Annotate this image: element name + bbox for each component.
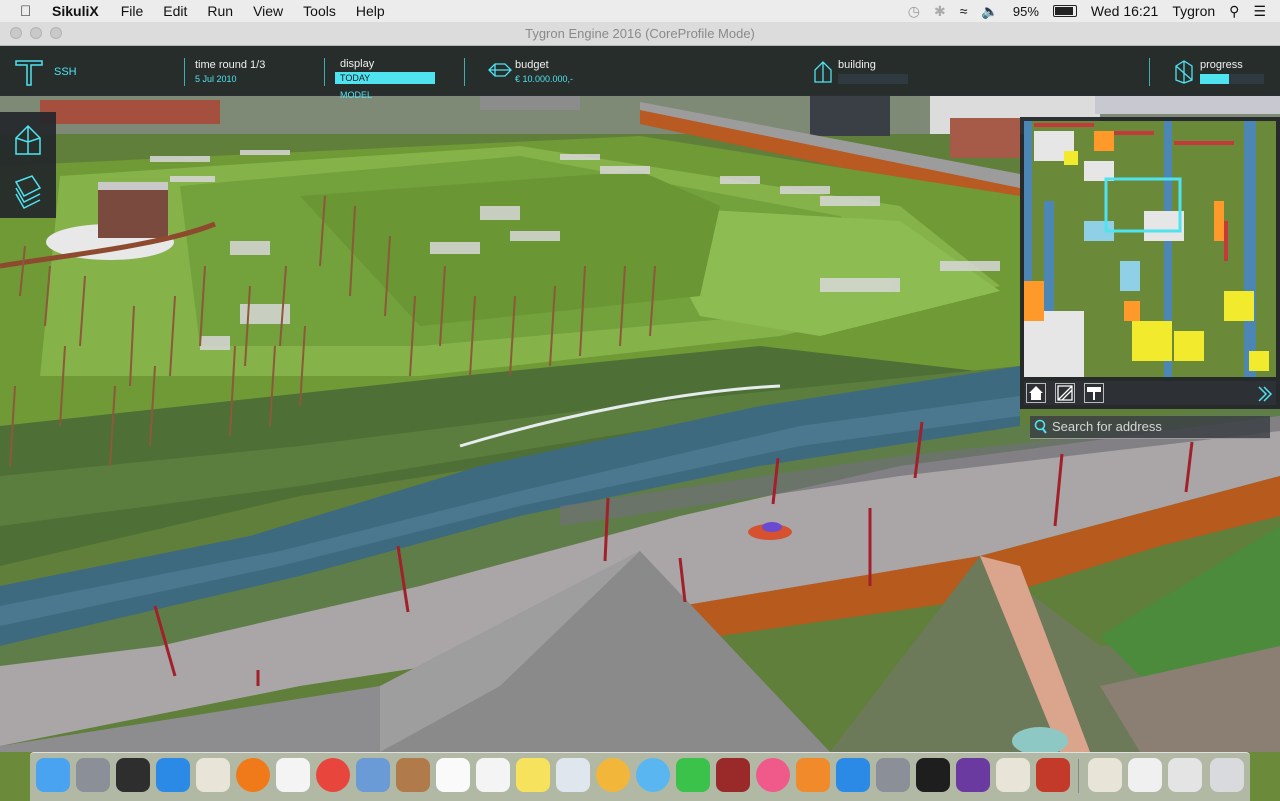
layers-tool-icon[interactable] [12,174,44,210]
finder-icon[interactable] [36,758,70,792]
building-meter [838,74,908,84]
close-window-button[interactable] [10,27,22,39]
display-model-button[interactable]: MODEL [335,89,435,101]
search-icon [1034,419,1047,434]
time-round-label: time round 1/3 [195,59,266,71]
notification-center-icon[interactable]: ☰ [1253,3,1266,20]
battery-icon[interactable] [1052,5,1077,17]
sikulix-script-icon[interactable] [1036,758,1070,792]
hud-divider [464,58,465,86]
menu-run[interactable]: Run [207,3,233,19]
time-machine-icon[interactable]: ◷ [908,3,920,20]
document-icon[interactable] [1088,758,1122,792]
apple-icon[interactable]:  [20,3,38,20]
script-icon[interactable] [996,758,1030,792]
display-today-button[interactable]: TODAY [335,72,435,84]
messages-icon[interactable] [636,758,670,792]
contacts-icon[interactable] [396,758,430,792]
tygron-logo-icon[interactable] [14,57,44,87]
project-name: SSH [54,66,77,78]
grid-app-icon[interactable] [276,758,310,792]
minimap-view[interactable] [1024,121,1276,377]
signpost-icon[interactable] [1084,383,1104,403]
itunes-icon[interactable] [756,758,790,792]
trash-icon[interactable] [1210,758,1244,792]
clock[interactable]: Wed 16:21 [1091,3,1158,19]
chrome-icon[interactable] [316,758,350,792]
minimize-window-button[interactable] [30,27,42,39]
zoom-window-button[interactable] [50,27,62,39]
menu-help[interactable]: Help [356,3,385,19]
photo-booth-icon[interactable] [716,758,750,792]
system-preferences-icon[interactable] [876,758,910,792]
window-title-bar: Tygron Engine 2016 (CoreProfile Mode) [0,22,1280,46]
mail-icon[interactable] [356,758,390,792]
expand-chevron-icon[interactable] [1256,385,1274,403]
ibooks-icon[interactable] [796,758,830,792]
calendar-icon[interactable] [436,758,470,792]
spotlight-icon[interactable]: ⚲ [1229,3,1239,20]
home-view-icon[interactable] [1026,383,1046,403]
window-thumbnail-icon[interactable] [1168,758,1202,792]
time-date: 5 Jul 2010 [195,74,237,84]
left-tool-panel [0,112,56,218]
mission-control-icon[interactable] [116,758,150,792]
facetime-icon[interactable] [676,758,710,792]
reminders-icon[interactable] [476,758,510,792]
launchpad-icon[interactable] [76,758,110,792]
terminal-icon[interactable] [916,758,950,792]
progress-icon[interactable] [1172,58,1196,84]
display-label: display [340,58,375,70]
building-icon[interactable] [812,58,834,84]
screenshot-icon[interactable] [1128,758,1162,792]
volume-icon[interactable]: 🔈 [981,3,998,20]
firefox-icon[interactable] [236,758,270,792]
hud-divider [324,58,325,86]
window-title: Tygron Engine 2016 (CoreProfile Mode) [525,26,755,41]
progress-label: progress [1200,59,1243,71]
app-store-icon[interactable] [836,758,870,792]
minimap-panel [1020,117,1280,409]
search-input[interactable]: Search for address [1052,416,1162,438]
dock-divider [1078,759,1079,793]
photos-icon[interactable] [596,758,630,792]
user-menu[interactable]: Tygron [1172,3,1215,19]
dock [30,752,1250,801]
building-label: building [838,59,876,71]
menu-edit[interactable]: Edit [163,3,187,19]
safari-icon[interactable] [156,758,190,792]
budget-value: € 10.000.000,- [515,74,574,84]
top-hud: SSH time round 1/3 5 Jul 2010 display TO… [0,46,1280,100]
notes-icon[interactable] [516,758,550,792]
github-icon[interactable] [956,758,990,792]
hud-divider [1149,58,1150,86]
menu-tools[interactable]: Tools [303,3,336,19]
menu-bar:  SikuliX File Edit Run View Tools Help … [0,0,1280,23]
buildings-tool-icon[interactable] [12,122,44,158]
menu-view[interactable]: View [253,3,283,19]
budget-label: budget [515,59,549,71]
map-overlay-icon[interactable] [1055,383,1075,403]
progress-fill [1200,74,1229,84]
preview-icon[interactable] [556,758,590,792]
progress-bar [1200,74,1264,84]
budget-icon[interactable] [487,58,513,82]
battery-percent[interactable]: 95% [1013,4,1039,19]
wifi-icon[interactable]: ≈ [960,3,968,19]
address-search[interactable]: Search for address [1030,416,1270,439]
hud-divider [184,58,185,86]
menu-file[interactable]: File [121,3,144,19]
bluetooth-icon[interactable]: ✱ [934,3,946,20]
scripteditor-icon[interactable] [196,758,230,792]
app-menu[interactable]: SikuliX [52,3,99,19]
